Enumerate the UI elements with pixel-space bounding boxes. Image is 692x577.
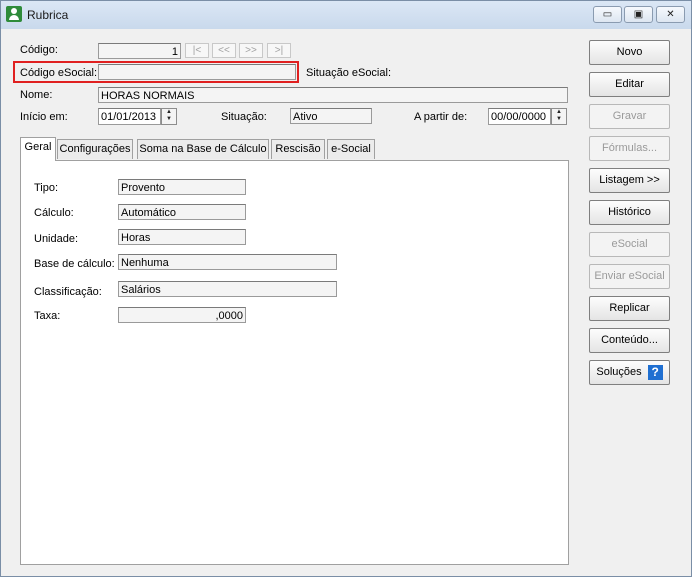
- tab-configuracoes[interactable]: Configurações: [57, 139, 133, 159]
- situacao-esocial-label: Situação eSocial:: [306, 67, 391, 79]
- nome-label: Nome:: [20, 89, 53, 101]
- close-button[interactable]: ✕: [656, 6, 685, 23]
- tipo-label: Tipo:: [34, 182, 59, 194]
- solucoes-button[interactable]: Soluções?: [589, 360, 670, 385]
- first-record-button[interactable]: |<: [185, 43, 209, 58]
- conteudo-button[interactable]: Conteúdo...: [589, 328, 670, 353]
- previous-record-button[interactable]: <<: [212, 43, 236, 58]
- novo-button[interactable]: Novo: [589, 40, 670, 65]
- gravar-button[interactable]: Gravar: [589, 104, 670, 129]
- codigo-field[interactable]: 1: [98, 43, 181, 59]
- a-partir-date-spinner[interactable]: ▲ ▼: [551, 108, 567, 125]
- rubrica-window: Rubrica ▭ ▣ ✕ Código: 1 |< << >> >| Códi…: [0, 0, 692, 577]
- base-calculo-label: Base de cálculo:: [34, 258, 115, 270]
- inicio-date-spinner[interactable]: ▲ ▼: [161, 108, 177, 125]
- inicio-date-field[interactable]: 01/01/2013: [98, 108, 161, 125]
- situacao-label: Situação:: [221, 111, 267, 123]
- base-calculo-field: Nenhuma: [118, 254, 337, 270]
- editar-button[interactable]: Editar: [589, 72, 670, 97]
- next-record-button[interactable]: >>: [239, 43, 263, 58]
- codigo-esocial-field[interactable]: [98, 64, 296, 80]
- unidade-label: Unidade:: [34, 233, 79, 245]
- inicio-label: Início em:: [20, 111, 68, 123]
- tab-soma-base-calculo[interactable]: Soma na Base de Cálculo: [137, 139, 269, 159]
- situacao-field: Ativo: [290, 108, 372, 124]
- unidade-field: Horas: [118, 229, 246, 245]
- window-title: Rubrica: [27, 8, 69, 22]
- nome-field[interactable]: HORAS NORMAIS: [98, 87, 568, 103]
- a-partir-label: A partir de:: [414, 111, 468, 123]
- solucoes-label: Soluções: [596, 366, 642, 378]
- spin-up-icon[interactable]: ▲: [552, 109, 566, 116]
- last-record-button[interactable]: >|: [267, 43, 291, 58]
- tipo-field: Provento: [118, 179, 246, 195]
- geral-tab-panel: Tipo: Provento Cálculo: Automático Unida…: [20, 160, 569, 565]
- taxa-label: Taxa:: [34, 310, 61, 322]
- help-icon: ?: [647, 364, 663, 380]
- classificacao-field: Salários: [118, 281, 337, 297]
- title-bar: Rubrica ▭ ▣ ✕: [1, 1, 691, 29]
- calculo-label: Cálculo:: [34, 207, 74, 219]
- codigo-esocial-label: Código eSocial:: [20, 67, 98, 79]
- codigo-label: Código:: [20, 44, 58, 56]
- formulas-button[interactable]: Fórmulas...: [589, 136, 670, 161]
- taxa-field: ,0000: [118, 307, 246, 323]
- spin-down-icon[interactable]: ▼: [162, 116, 176, 123]
- minimize-button[interactable]: ▭: [593, 6, 622, 23]
- listagem-button[interactable]: Listagem >>: [589, 168, 670, 193]
- tab-rescisao[interactable]: Rescisão: [271, 139, 325, 159]
- maximize-button[interactable]: ▣: [624, 6, 653, 23]
- enviar-esocial-button[interactable]: Enviar eSocial: [589, 264, 670, 289]
- tab-esocial[interactable]: e-Social: [327, 139, 375, 159]
- replicar-button[interactable]: Replicar: [589, 296, 670, 321]
- user-app-icon: [6, 6, 22, 22]
- a-partir-date-field[interactable]: 00/00/0000: [488, 108, 551, 125]
- esocial-button[interactable]: eSocial: [589, 232, 670, 257]
- spin-down-icon[interactable]: ▼: [552, 116, 566, 123]
- historico-button[interactable]: Histórico: [589, 200, 670, 225]
- classificacao-label: Classificação:: [34, 286, 102, 298]
- tab-geral[interactable]: Geral: [20, 137, 56, 161]
- calculo-field: Automático: [118, 204, 246, 220]
- spin-up-icon[interactable]: ▲: [162, 109, 176, 116]
